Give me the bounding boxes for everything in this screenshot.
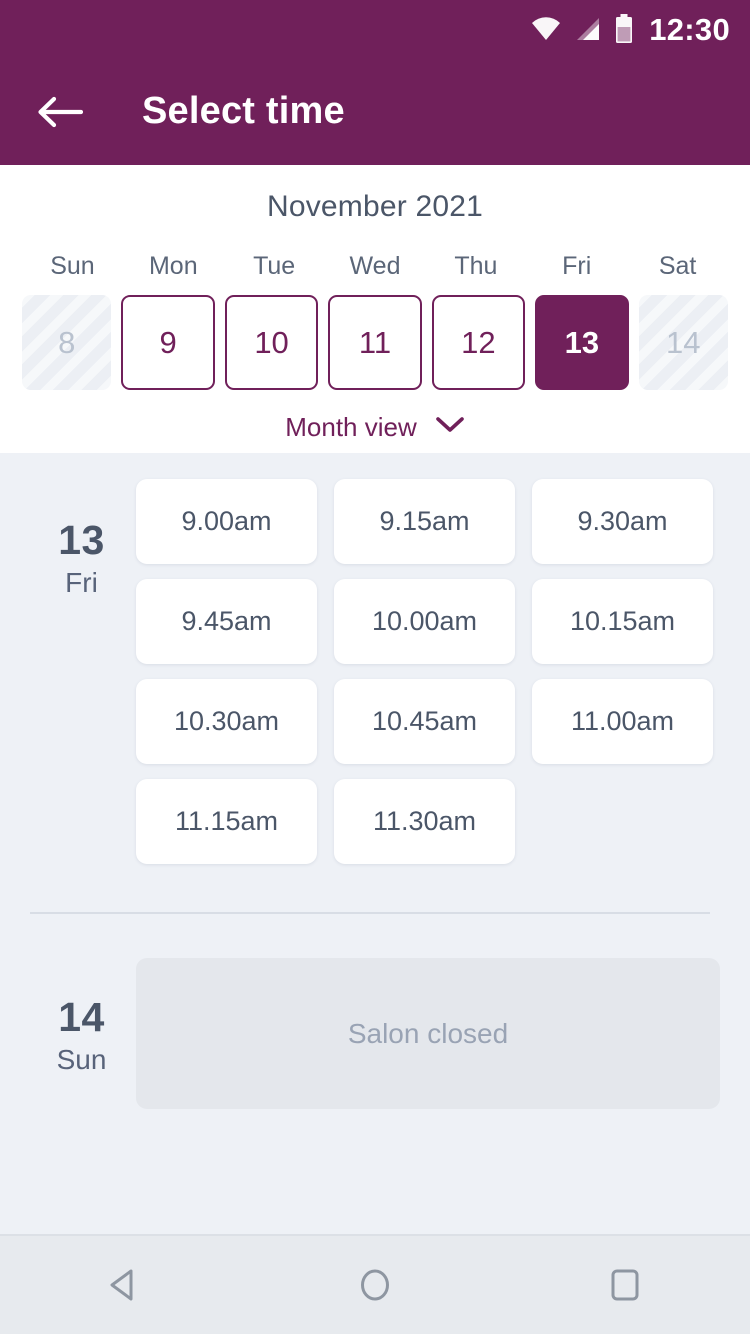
weekday-label: Fri <box>562 252 592 280</box>
weekday-label: Thu <box>454 252 498 280</box>
weekday-label: Sun <box>50 252 95 280</box>
time-slot[interactable]: 10.30am <box>136 679 317 764</box>
time-slot[interactable]: 10.45am <box>334 679 515 764</box>
day-name: Fri <box>65 567 98 599</box>
day-section-13: 13 Fri 9.00am 9.15am 9.30am 9.45am 10.00… <box>0 453 750 864</box>
time-slot[interactable]: 11.30am <box>334 779 515 864</box>
calendar-day-14: 14 <box>638 295 728 390</box>
day-number: 13 <box>58 517 105 563</box>
calendar-day-11[interactable]: 11 <box>328 295 422 390</box>
back-triangle-icon <box>110 1269 133 1301</box>
calendar-day-10[interactable]: 10 <box>224 295 319 390</box>
wifi-icon <box>531 16 561 42</box>
calendar-days-row: 8 9 10 11 12 13 14 <box>0 295 750 390</box>
day-section-14: 14 Sun Salon closed <box>0 914 750 1109</box>
calendar-day-12[interactable]: 12 <box>431 295 526 390</box>
calendar-day-8: 8 <box>22 295 112 390</box>
weekday-label: Mon <box>148 252 198 280</box>
time-slot[interactable]: 10.15am <box>532 579 713 664</box>
time-slot[interactable]: 10.00am <box>334 579 515 664</box>
chevron-down-icon <box>435 416 465 439</box>
day-label-14: 14 Sun <box>30 958 133 1109</box>
weekday-label: Tue <box>253 252 296 280</box>
home-circle-icon <box>361 1269 389 1301</box>
battery-icon <box>615 14 633 44</box>
calendar-day-13[interactable]: 13 <box>535 295 629 390</box>
calendar-strip: November 2021 Sun Mon Tue Wed Thu Fri Sa… <box>0 165 750 453</box>
app-bar: Select time <box>0 58 750 165</box>
time-slot[interactable]: 11.15am <box>136 779 317 864</box>
day-name: Sun <box>56 1044 107 1076</box>
screen-select-time: 12:30 Select time November 2021 Sun Mon … <box>0 0 750 1334</box>
time-slot-grid: 9.00am 9.15am 9.30am 9.45am 10.00am 10.1… <box>133 479 720 864</box>
nav-home-button[interactable] <box>315 1235 435 1334</box>
recents-square-icon <box>611 1269 639 1301</box>
day-label-13: 13 Fri <box>30 479 133 864</box>
weekday-label: Wed <box>349 252 401 280</box>
back-button[interactable] <box>30 82 90 142</box>
time-slot[interactable]: 9.00am <box>136 479 317 564</box>
salon-closed-card: Salon closed <box>136 958 720 1109</box>
status-bar-clock: 12:30 <box>649 11 730 47</box>
time-slot[interactable]: 11.00am <box>532 679 713 764</box>
calendar-month-title: November 2021 <box>266 190 484 223</box>
back-arrow-icon <box>38 96 83 127</box>
page-title: Select time <box>142 90 345 132</box>
weekday-label: Sat <box>658 252 697 280</box>
nav-back-button[interactable] <box>65 1235 185 1334</box>
time-slot[interactable]: 9.30am <box>532 479 713 564</box>
month-view-label: Month view <box>285 412 417 442</box>
calendar-day-9[interactable]: 9 <box>121 295 215 390</box>
nav-recents-button[interactable] <box>565 1235 685 1334</box>
status-bar: 12:30 <box>0 0 750 58</box>
weekday-header-row: Sun Mon Tue Wed Thu Fri Sat <box>0 252 750 281</box>
schedule-list: 13 Fri 9.00am 9.15am 9.30am 9.45am 10.00… <box>0 453 750 1234</box>
time-slot[interactable]: 9.45am <box>136 579 317 664</box>
day-number: 14 <box>58 994 105 1040</box>
time-slot[interactable]: 9.15am <box>334 479 515 564</box>
month-view-toggle[interactable]: Month view <box>0 412 750 443</box>
android-nav-bar <box>0 1234 750 1334</box>
signal-icon <box>575 16 601 42</box>
